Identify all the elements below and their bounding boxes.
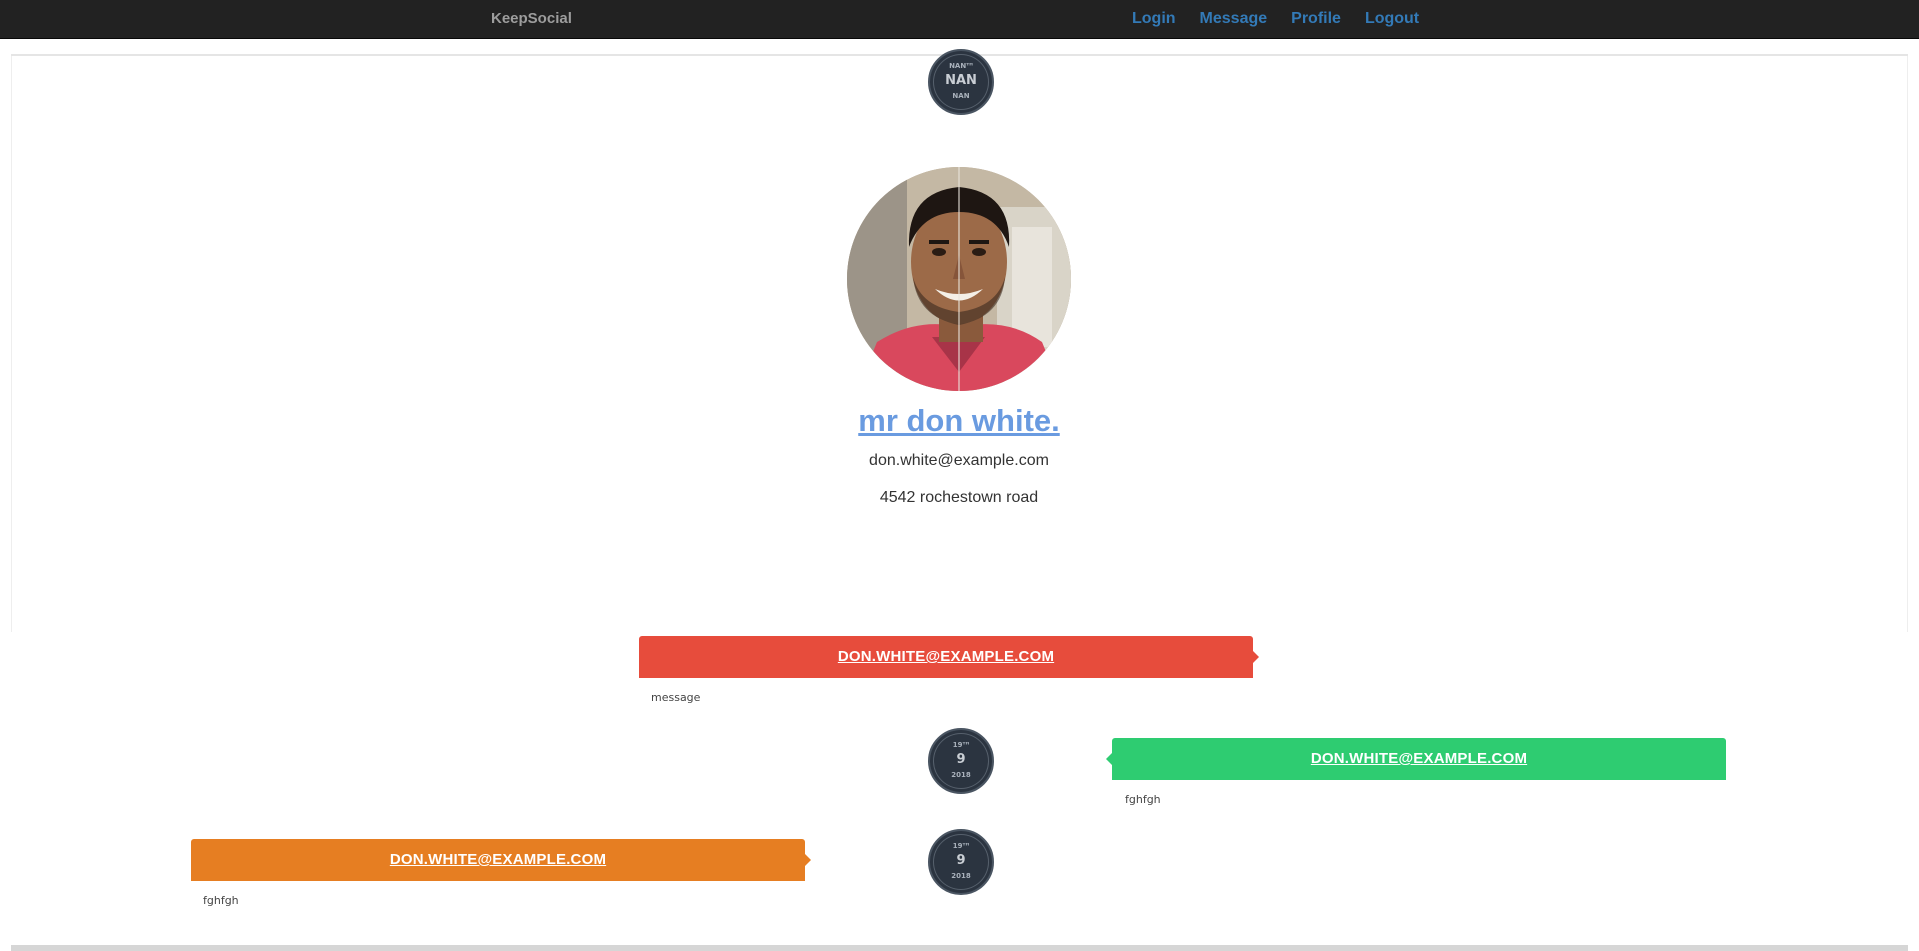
message-author-link[interactable]: DON.WHITE@EXAMPLE.COM [1311, 738, 1527, 780]
message-header: DON.WHITE@EXAMPLE.COM [1112, 738, 1726, 780]
message-pointer [1253, 651, 1259, 663]
date-badge-day: 19ᵀᴴ [952, 842, 970, 850]
date-badge-year: 2018 [951, 771, 971, 779]
brand-link[interactable]: KeepSocial [491, 10, 572, 28]
message-body: message [651, 691, 701, 704]
nav-login-link[interactable]: Login [1132, 9, 1176, 29]
bottom-scroll-bar[interactable] [11, 945, 1908, 951]
message-author-link[interactable]: DON.WHITE@EXAMPLE.COM [390, 839, 606, 881]
date-badge-main: 9 [956, 853, 966, 868]
profile-address: 4542 rochestown road [879, 489, 1039, 506]
avatar-photo [847, 167, 1071, 391]
message-header: DON.WHITE@EXAMPLE.COM [639, 636, 1253, 678]
message-header: DON.WHITE@EXAMPLE.COM [191, 839, 805, 881]
date-badge-year: NAN [952, 92, 970, 100]
timeline-date-badge: 19ᵀᴴ 9 2018 [928, 728, 994, 794]
nav-message-link[interactable]: Message [1200, 9, 1268, 29]
avatar [847, 167, 1071, 391]
nav-links: Login Message Profile Logout [1132, 9, 1419, 29]
message-pointer [805, 854, 811, 866]
timeline-date-badge: 19ᵀᴴ 9 2018 [928, 829, 994, 895]
date-badge-main: NAN [945, 73, 977, 88]
top-navbar: KeepSocial Login Message Profile Logout [0, 0, 1919, 39]
date-badge-day: 19ᵀᴴ [952, 741, 970, 749]
date-badge-day: NANᵀᴴ [949, 62, 973, 70]
profile-email: don.white@example.com [869, 452, 1049, 469]
message-body: fghfgh [1125, 793, 1161, 806]
nav-logout-link[interactable]: Logout [1365, 9, 1419, 29]
message-body: fghfgh [203, 894, 239, 907]
message-author-link[interactable]: DON.WHITE@EXAMPLE.COM [838, 636, 1054, 678]
profile-date-badge: NANᵀᴴ NAN NAN [928, 49, 994, 115]
date-badge-main: 9 [956, 752, 966, 767]
date-badge-year: 2018 [951, 872, 971, 880]
nav-profile-link[interactable]: Profile [1291, 9, 1341, 29]
profile-name-link[interactable]: mr don white. [659, 400, 1259, 442]
